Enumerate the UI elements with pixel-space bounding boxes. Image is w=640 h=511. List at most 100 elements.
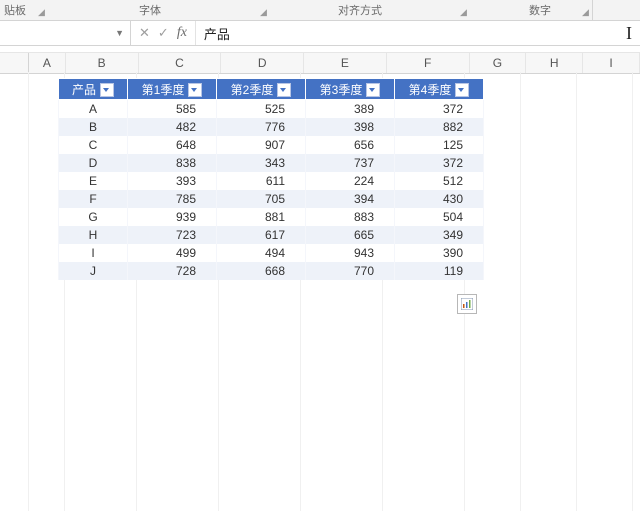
ribbon-launcher-icon[interactable]: ◢ [460,7,467,18]
table-cell[interactable]: 482 [128,118,217,136]
table-cell[interactable]: 349 [395,226,484,244]
col-header[interactable]: H [526,53,583,73]
table-row[interactable]: B482776398882 [59,118,484,136]
table-cell[interactable]: J [59,262,128,280]
table-cell[interactable]: H [59,226,128,244]
col-header[interactable]: G [470,53,527,73]
formula-controls: ✕ ✓ fx [131,21,196,45]
table-cell[interactable]: 668 [217,262,306,280]
table-header[interactable]: 第3季度 [306,79,395,100]
col-header[interactable]: E [304,53,387,73]
table-cell[interactable]: 390 [395,244,484,262]
table-cell[interactable]: 125 [395,136,484,154]
table-cell[interactable]: 504 [395,208,484,226]
table-row[interactable]: E393611224512 [59,172,484,190]
table-cell[interactable]: 883 [306,208,395,226]
ribbon-group-number: 数字 [510,2,570,18]
table-cell[interactable]: 648 [128,136,217,154]
ribbon-group-font: 字体 [120,2,180,18]
table-cell[interactable]: 723 [128,226,217,244]
col-header[interactable]: F [387,53,470,73]
formula-input[interactable]: 产品 I [196,21,640,45]
table-cell[interactable]: 224 [306,172,395,190]
table-cell[interactable]: 585 [128,100,217,119]
table-cell[interactable]: A [59,100,128,119]
table-cell[interactable]: 499 [128,244,217,262]
table-cell[interactable]: 394 [306,190,395,208]
table-cell[interactable]: 881 [217,208,306,226]
table-cell[interactable]: 393 [128,172,217,190]
table-cell[interactable]: 838 [128,154,217,172]
table-cell[interactable]: 939 [128,208,217,226]
table-cell[interactable]: 512 [395,172,484,190]
table-cell[interactable]: 617 [217,226,306,244]
table-cell[interactable]: I [59,244,128,262]
table-cell[interactable]: 343 [217,154,306,172]
table-cell[interactable]: 770 [306,262,395,280]
table-header[interactable]: 第2季度 [217,79,306,100]
table-cell[interactable]: 785 [128,190,217,208]
table-cell[interactable]: 372 [395,100,484,119]
fx-icon[interactable]: fx [177,25,187,41]
table-row[interactable]: F785705394430 [59,190,484,208]
cancel-icon[interactable]: ✕ [139,25,150,41]
table-cell[interactable]: F [59,190,128,208]
table-cell[interactable]: 907 [217,136,306,154]
table-cell[interactable]: B [59,118,128,136]
table-cell[interactable]: E [59,172,128,190]
table-header-label: 产品 [72,83,96,97]
filter-icon[interactable] [188,83,202,97]
table-cell[interactable]: 656 [306,136,395,154]
table-cell[interactable]: 776 [217,118,306,136]
worksheet-grid[interactable]: 产品 第1季度 第2季度 第3季度 第4季度 A585525389372B482… [0,72,640,511]
table-cell[interactable]: 525 [217,100,306,119]
table-row[interactable]: I499494943390 [59,244,484,262]
table-row[interactable]: C648907656125 [59,136,484,154]
formula-value: 产品 [204,24,230,43]
table-cell[interactable]: D [59,154,128,172]
table-cell[interactable]: 728 [128,262,217,280]
table-row[interactable]: A585525389372 [59,100,484,119]
quick-analysis-button[interactable] [457,294,477,314]
table-cell[interactable]: 943 [306,244,395,262]
table-cell[interactable]: 119 [395,262,484,280]
col-header[interactable]: B [66,53,139,73]
col-header[interactable]: I [583,53,640,73]
table-cell[interactable]: 737 [306,154,395,172]
table-cell[interactable]: C [59,136,128,154]
table-row[interactable]: G939881883504 [59,208,484,226]
table-row[interactable]: D838343737372 [59,154,484,172]
ribbon-launcher-icon[interactable]: ◢ [38,7,45,18]
table-header[interactable]: 第1季度 [128,79,217,100]
table-header-row: 产品 第1季度 第2季度 第3季度 第4季度 [59,79,484,100]
col-header[interactable]: A [29,53,66,73]
chevron-down-icon[interactable]: ▼ [115,28,124,38]
table-cell[interactable]: G [59,208,128,226]
filter-icon[interactable] [100,83,114,97]
table-cell[interactable]: 372 [395,154,484,172]
table-cell[interactable]: 389 [306,100,395,119]
ribbon-group-align: 对齐方式 [320,2,400,18]
table-cell[interactable]: 611 [217,172,306,190]
col-header[interactable]: C [139,53,222,73]
table-header[interactable]: 产品 [59,79,128,100]
table-cell[interactable]: 665 [306,226,395,244]
table-cell[interactable]: 430 [395,190,484,208]
table-row[interactable]: H723617665349 [59,226,484,244]
table-header[interactable]: 第4季度 [395,79,484,100]
ribbon-launcher-icon[interactable]: ◢ [260,7,267,18]
filter-icon[interactable] [277,83,291,97]
table-row[interactable]: J728668770119 [59,262,484,280]
table-cell[interactable]: 882 [395,118,484,136]
filter-icon[interactable] [366,83,380,97]
ribbon-launcher-icon[interactable]: ◢ [582,7,589,18]
table-header-label: 第3季度 [320,83,363,97]
name-box[interactable]: ▼ [0,21,131,45]
table-cell[interactable]: 494 [217,244,306,262]
enter-icon[interactable]: ✓ [158,25,169,41]
select-all-corner[interactable] [0,53,29,73]
filter-icon[interactable] [455,83,469,97]
col-header[interactable]: D [221,53,304,73]
table-cell[interactable]: 705 [217,190,306,208]
table-cell[interactable]: 398 [306,118,395,136]
